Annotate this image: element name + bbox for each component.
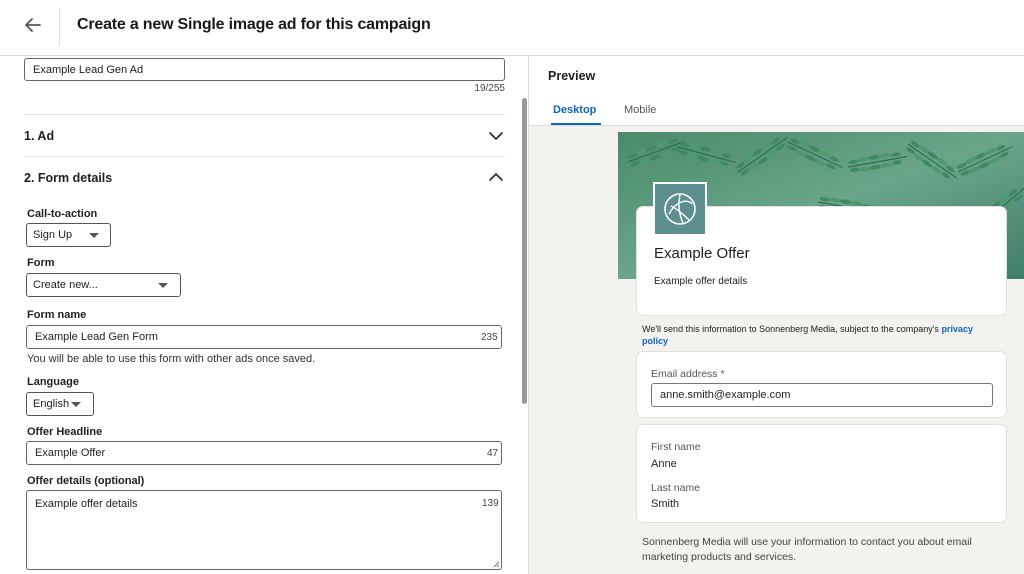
cta-value: Sign Up [33, 229, 73, 241]
language-select[interactable]: English [26, 392, 94, 416]
ad-form-panel: Example Lead Gen Ad 19/255 1. Ad 2. Form… [0, 56, 528, 574]
offer-details-label: Offer details (optional) [27, 475, 145, 487]
active-tab-indicator [551, 123, 601, 125]
offer-details-counter: 139 [482, 498, 499, 509]
form-name-input[interactable]: Example Lead Gen Form [26, 325, 502, 349]
leaf-logo-icon [653, 182, 707, 236]
form-name-help: You will be able to use this form with o… [27, 353, 316, 365]
preview-title: Preview [548, 69, 596, 83]
form-select[interactable]: Create new... [26, 273, 181, 297]
offer-headline-input[interactable]: Example Offer [26, 441, 502, 465]
email-card: Email address * anne.smith@example.com [636, 351, 1007, 418]
dropdown-caret-icon [71, 402, 81, 407]
first-name-value: Anne [651, 458, 677, 470]
form-name-counter: 235 [481, 332, 498, 343]
offer-details-textarea[interactable]: Example offer details [26, 490, 502, 570]
offer-card-details: Example offer details [654, 276, 748, 287]
name-card: First name Anne Last name Smith [636, 424, 1007, 523]
page-title: Create a new Single image ad for this ca… [77, 16, 431, 33]
offer-headline-value: Example Offer [35, 447, 106, 459]
offer-headline-label: Offer Headline [27, 426, 103, 438]
chevron-down-icon[interactable] [488, 131, 504, 141]
offer-details-value: Example offer details [35, 498, 138, 510]
dropdown-caret-icon [158, 283, 168, 288]
email-input[interactable]: anne.smith@example.com [651, 383, 993, 407]
chevron-up-icon[interactable] [488, 172, 504, 182]
tab-mobile[interactable]: Mobile [624, 104, 656, 116]
consent-text-body: We'll send this information to Sonnenber… [642, 324, 942, 334]
offer-card-title: Example Offer [654, 245, 750, 262]
tab-desktop[interactable]: Desktop [553, 104, 596, 116]
form-name-label: Form name [27, 309, 87, 321]
section-form-details-header[interactable]: 2. Form details [24, 171, 112, 185]
dropdown-caret-icon [89, 233, 99, 238]
ad-name-counter: 19/255 [474, 83, 505, 94]
scrollbar-thumb[interactable] [522, 98, 527, 404]
form-value: Create new... [33, 279, 98, 291]
email-label: Email address * [651, 368, 725, 380]
divider [24, 156, 505, 157]
footer-text: Sonnenberg Media will use your informati… [642, 536, 972, 563]
last-name-label: Last name [651, 482, 701, 494]
language-value: English [33, 398, 70, 410]
last-name-value: Smith [651, 498, 680, 510]
section-ad-header[interactable]: 1. Ad [24, 129, 54, 143]
consent-text: We'll send this information to Sonnenber… [642, 323, 997, 347]
form-name-value: Example Lead Gen Form [35, 331, 158, 343]
top-bar: Create a new Single image ad for this ca… [0, 0, 1024, 56]
form-label: Form [27, 257, 55, 269]
offer-headline-counter: 47 [487, 448, 499, 459]
cta-select[interactable]: Sign Up [26, 223, 111, 247]
preview-header: Preview Desktop Mobile [529, 56, 1024, 126]
ad-name-input[interactable]: Example Lead Gen Ad [24, 58, 505, 81]
header-divider [59, 8, 60, 46]
divider [24, 114, 505, 115]
cta-label: Call-to-action [27, 208, 98, 220]
language-label: Language [27, 376, 79, 388]
ad-name-value: Example Lead Gen Ad [33, 63, 144, 76]
preview-panel: Preview Desktop Mobile Example Offer Exa… [528, 56, 1024, 574]
back-arrow-icon[interactable] [20, 12, 46, 38]
first-name-label: First name [651, 441, 701, 453]
resize-handle-icon[interactable] [492, 560, 500, 568]
email-value: anne.smith@example.com [660, 389, 791, 401]
